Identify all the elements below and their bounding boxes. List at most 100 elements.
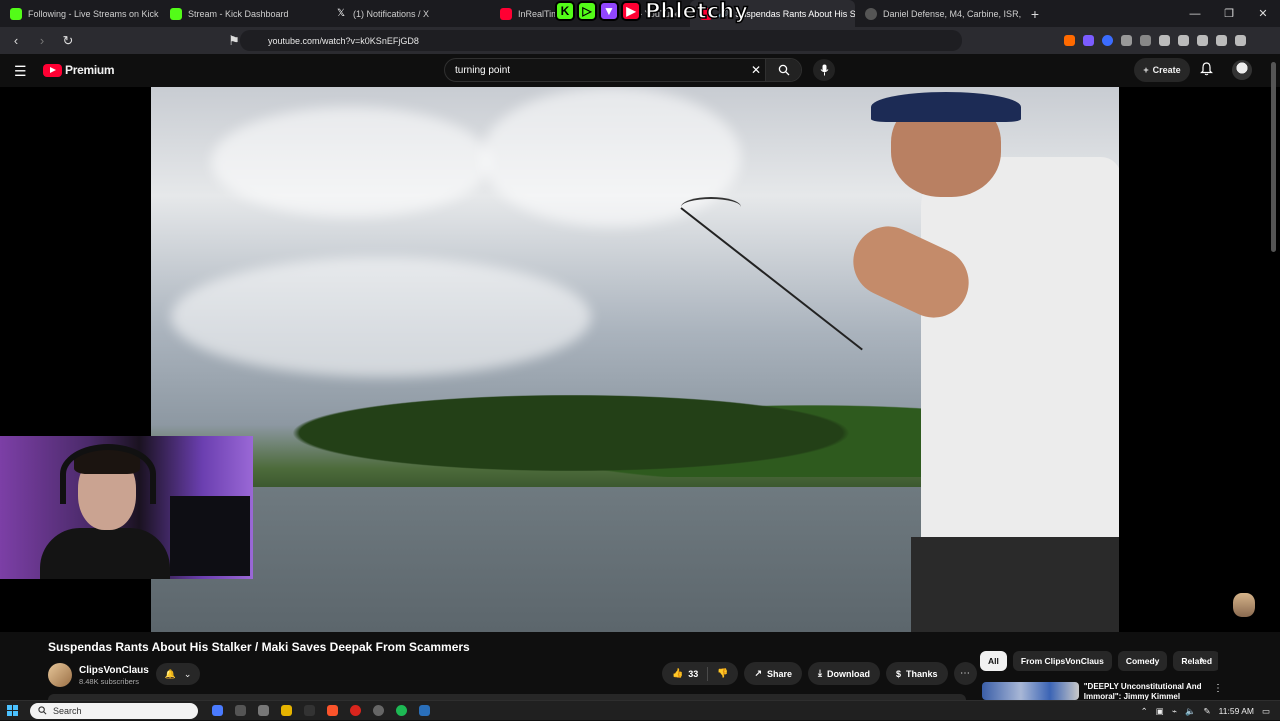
puzzle-icon[interactable]	[1121, 35, 1132, 46]
tab-label: Daniel Defense, M4, Carbine, ISR, 30	[883, 8, 1023, 19]
steam-icon[interactable]	[419, 705, 430, 716]
spotify-icon[interactable]	[396, 705, 407, 716]
copilot-icon[interactable]	[212, 705, 223, 716]
streamer-webcam	[0, 436, 253, 579]
search-button[interactable]	[765, 59, 801, 81]
overlay-word: Phletchy	[644, 0, 748, 24]
search-icon	[38, 706, 47, 715]
obs-icon[interactable]	[350, 705, 361, 716]
cap	[871, 92, 1021, 122]
youtube-premium-logo[interactable]: Premium	[43, 63, 115, 77]
recommended-title[interactable]: "DEEPLY Unconstitutional And Immoral": J…	[1084, 682, 1222, 700]
thanks-button[interactable]: $ Thanks	[886, 662, 948, 685]
chip-related[interactable]: Related	[1173, 651, 1218, 671]
download-button[interactable]: ⤓ Download	[808, 662, 880, 685]
leo-icon[interactable]	[1197, 35, 1208, 46]
twitch-icon: ▼	[599, 1, 619, 21]
tab-kick-dashboard[interactable]: Stream - Kick Dashboard	[160, 0, 325, 27]
taskbar-search[interactable]: Search	[30, 702, 198, 719]
brave-icon[interactable]	[327, 705, 338, 716]
forward-icon[interactable]: ›	[32, 33, 52, 48]
brave-rewards-icon[interactable]	[1064, 35, 1075, 46]
notifications-bell-icon[interactable]	[1200, 62, 1213, 76]
kick-icon: K	[555, 1, 575, 21]
panel-icon[interactable]	[1178, 35, 1189, 46]
extension-icon[interactable]	[1102, 35, 1113, 46]
channel-avatar[interactable]	[48, 663, 72, 687]
vpn-icon[interactable]	[1216, 35, 1227, 46]
page-scrollbar[interactable]	[1271, 62, 1276, 252]
volume-icon[interactable]: 🔈	[1185, 706, 1196, 717]
youtube-header: ☰ Premium turning point ✕ + Create	[0, 54, 1280, 87]
rumble-icon: ▷	[577, 1, 597, 21]
youtube-icon: ▶	[621, 1, 641, 21]
chevron-right-icon[interactable]: ›	[1200, 654, 1204, 666]
store-icon[interactable]	[258, 705, 269, 716]
minimize-icon[interactable]: —	[1178, 8, 1212, 20]
restore-icon[interactable]: ❐	[1212, 7, 1246, 20]
clock-time[interactable]: 11:59 AM	[1219, 706, 1254, 716]
more-actions-button[interactable]: ⋯	[953, 662, 977, 685]
kick-icon	[10, 7, 22, 20]
like-count[interactable]: 33	[688, 669, 698, 679]
sidebar-icon[interactable]	[1140, 35, 1151, 46]
tab-label: Stream - Kick Dashboard	[188, 8, 289, 19]
search-icon	[778, 64, 789, 76]
reload-icon[interactable]: ↻	[58, 33, 78, 49]
download-label: Download	[827, 668, 870, 679]
clear-search-icon[interactable]: ✕	[751, 63, 761, 77]
tab-label: Following - Live Streams on Kick	[28, 8, 159, 19]
close-window-icon[interactable]: ✕	[1246, 7, 1280, 20]
app-icon[interactable]	[373, 705, 384, 716]
url-field[interactable]: youtube.com/watch?v=k0KSnEFjGD8	[240, 30, 962, 51]
search-input[interactable]: turning point ✕	[444, 58, 802, 82]
youtube-logo-icon	[43, 63, 62, 77]
tab-kick-following[interactable]: Following - Live Streams on Kick	[0, 0, 160, 27]
account-avatar[interactable]	[1232, 60, 1252, 80]
headset	[60, 444, 156, 504]
video-frame[interactable]	[151, 87, 1119, 632]
voice-search-button[interactable]	[813, 59, 835, 81]
microphone-icon	[820, 64, 828, 76]
plus-icon: +	[1143, 65, 1149, 75]
recommended-thumbnail[interactable]	[982, 682, 1079, 700]
cloud	[171, 257, 591, 377]
share-button[interactable]: ↗ Share	[744, 662, 803, 685]
tab-daniel-defense[interactable]: Daniel Defense, M4, Carbine, ISR, 30	[855, 0, 1023, 27]
create-button[interactable]: + Create	[1134, 58, 1190, 82]
download-icon: ⤓	[818, 668, 822, 678]
thumbs-up-icon[interactable]: 👍	[672, 668, 683, 679]
extension-icon[interactable]	[1083, 35, 1094, 46]
youtube-icon	[500, 7, 512, 20]
file-explorer-icon[interactable]	[281, 705, 292, 716]
channel-name[interactable]: ClipsVonClaus	[79, 665, 149, 676]
new-tab-button[interactable]: +	[1023, 6, 1047, 22]
url-text: youtube.com/watch?v=k0KSnEFjGD8	[268, 35, 419, 46]
notification-center-icon[interactable]: ▭	[1262, 706, 1270, 717]
music-icon[interactable]	[1159, 35, 1170, 46]
subscribed-notifications-button[interactable]: 🔔 ⌄	[156, 663, 200, 685]
hamburger-menu-icon[interactable]: ☰	[14, 63, 27, 80]
windows-start-icon[interactable]	[7, 705, 18, 716]
shorts	[911, 537, 1119, 632]
recommended-video[interactable]: "DEEPLY Unconstitutional And Immoral": J…	[982, 682, 1222, 700]
tab-x-notifications[interactable]: 𝕏 (1) Notifications / X	[325, 0, 490, 27]
more-vert-icon[interactable]: ⋮	[1213, 683, 1223, 694]
terminal-icon[interactable]	[304, 705, 315, 716]
stream-overlay-logo: K ▷ ▼ ▶ Phletchy	[555, 0, 749, 24]
network-icon[interactable]: ⌁	[1172, 706, 1177, 717]
widgets-icon[interactable]	[235, 705, 246, 716]
globe-icon	[865, 7, 877, 20]
chip-all[interactable]: All	[980, 651, 1007, 671]
chip-comedy[interactable]: Comedy	[1117, 651, 1168, 671]
chevron-up-icon[interactable]: ⌃	[1141, 706, 1148, 717]
back-icon[interactable]: ‹	[6, 33, 26, 48]
menu-icon[interactable]	[1235, 35, 1246, 46]
thumbs-down-icon[interactable]: 👎	[717, 668, 728, 679]
chip-from-channel[interactable]: From ClipsVonClaus	[1012, 651, 1112, 671]
jersey	[921, 157, 1119, 557]
window-controls: — ❐ ✕	[1178, 0, 1280, 27]
pen-icon[interactable]: ✎	[1204, 706, 1211, 717]
create-label: Create	[1152, 65, 1181, 75]
tray-app-icon[interactable]: ▣	[1156, 706, 1164, 717]
